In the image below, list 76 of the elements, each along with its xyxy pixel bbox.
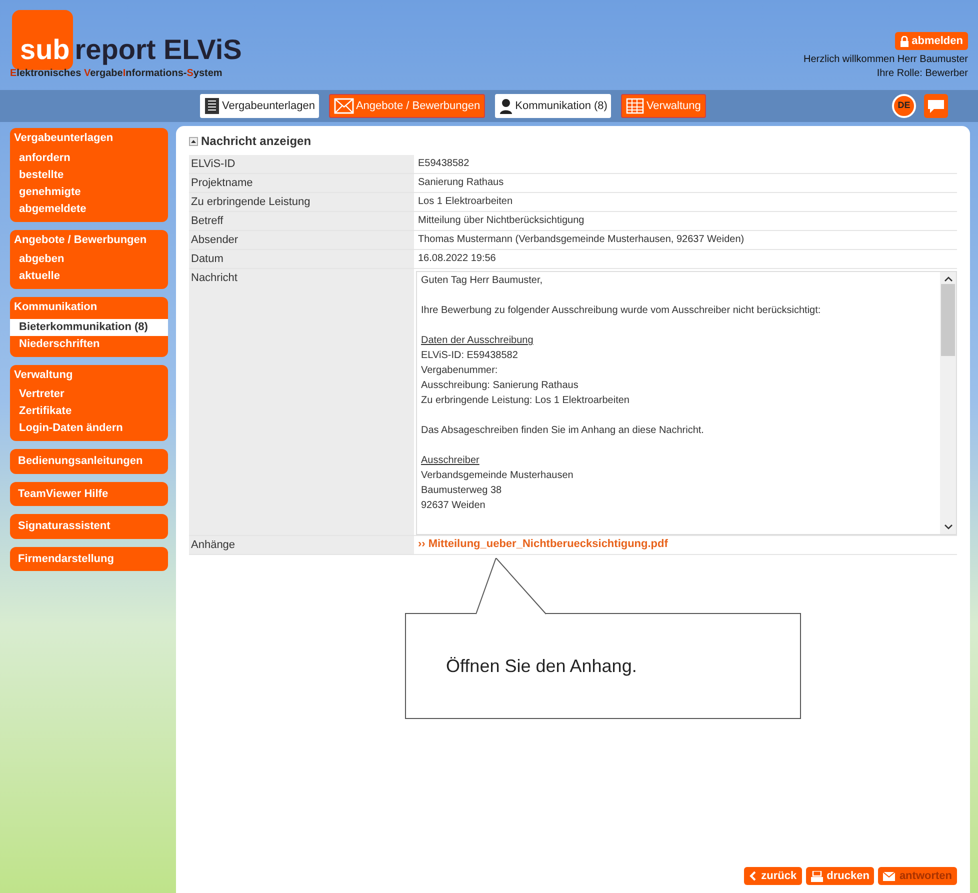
message-line: Zu erbringende Leistung: Los 1 Elektroarbeiten: [421, 394, 630, 408]
sidebar-item[interactable]: bestellte: [10, 166, 168, 184]
message-line: Vergabenummer:: [421, 364, 499, 378]
printer-icon: [810, 870, 823, 882]
sidebar-item[interactable]: Zertifikate: [10, 403, 168, 420]
field-value: Sanierung Rathaus: [417, 176, 505, 190]
role-text: Ihre Rolle: Bewerber: [876, 67, 968, 81]
message-line: ELViS-ID: E59438582: [421, 349, 519, 363]
sidebar-item[interactable]: anfordern: [10, 150, 168, 166]
envelope-icon: [883, 872, 896, 880]
sidebar-heading[interactable]: Firmendarstellung: [10, 550, 168, 567]
message-line: Verbandsgemeinde Musterhausen: [421, 469, 574, 483]
sidebar-heading[interactable]: Angebote / Bewerbungen: [10, 230, 168, 251]
sidebar-heading[interactable]: Kommunikation: [10, 297, 168, 318]
person-icon: [499, 98, 514, 114]
logo-square: [12, 10, 73, 70]
welcome-text: Herzlich willkommen Herr Baumuster: [804, 53, 968, 67]
field-value: Mitteilung über Nichtberücksichtigung: [417, 214, 586, 228]
message-heading: Daten der Ausschreibung: [421, 334, 534, 348]
sidebar-heading[interactable]: Bedienungsanleitungen: [10, 453, 168, 470]
message-line: Ausschreibung: Sanierung Rathaus: [421, 379, 580, 393]
section-title: Nachricht anzeigen: [201, 133, 312, 150]
sidebar-item[interactable]: abgeben: [10, 251, 168, 268]
field-label: Nachricht: [189, 269, 414, 535]
document-icon: [204, 97, 220, 115]
link-marker: ››: [418, 537, 426, 552]
sidebar-item[interactable]: Login-Daten ändern: [10, 420, 168, 437]
field-value: E59438582: [417, 157, 470, 171]
sidebar-item[interactable]: aktuelle: [10, 268, 168, 285]
sidebar-item[interactable]: genehmigte: [10, 184, 168, 200]
logout-button[interactable]: abmelden: [894, 32, 968, 50]
message-line: Baumusterweg 38: [421, 484, 503, 498]
field-label: Zu erbringende Leistung: [189, 193, 414, 211]
sidebar-item[interactable]: Bieterkommunikation (8): [10, 318, 168, 336]
message-line: Ihre Bewerbung zu folgender Ausschreibung wurde vom Ausschreiber nicht berücksichtigt:: [421, 304, 822, 318]
field-label: Absender: [189, 231, 414, 249]
scroll-up-icon[interactable]: [944, 276, 952, 282]
sidebar-heading[interactable]: Verwaltung: [10, 364, 168, 386]
sidebar-item[interactable]: abgemeldete: [10, 200, 168, 218]
nav-tab[interactable]: Vergabeunterlagen: [200, 94, 319, 118]
message-line: Guten Tag Herr Baumuster,: [421, 274, 544, 288]
field-value: Thomas Mustermann (Verbandsgemeinde Musterhausen, 92637 Weiden): [417, 233, 746, 247]
nav-tab[interactable]: Kommunikation (8): [495, 94, 612, 118]
nav-tab[interactable]: Angebote / Bewerbungen: [328, 94, 486, 118]
scrollbar-thumb[interactable]: [941, 284, 955, 356]
action-button[interactable]: drucken: [806, 867, 874, 885]
field-label: Anhänge: [189, 536, 414, 554]
sidebar-item[interactable]: Niederschriften: [10, 336, 168, 352]
field-label: Projektname: [189, 174, 414, 192]
sidebar-heading[interactable]: Signaturassistent: [10, 518, 168, 534]
sidebar-heading[interactable]: TeamViewer Hilfe: [10, 486, 168, 502]
scroll-down-icon[interactable]: [944, 524, 952, 530]
logo-tagline: Elektronisches VergabeInformations-System: [10, 67, 224, 81]
table-icon: [626, 98, 644, 114]
collapse-icon[interactable]: [189, 136, 198, 146]
message-line: Das Absageschreiben finden Sie im Anhang an diese Nachricht.: [421, 424, 705, 438]
scrollbar[interactable]: [940, 272, 956, 534]
nav-tab[interactable]: Verwaltung: [621, 94, 706, 118]
message-line: 92637 Weiden: [421, 499, 486, 513]
lock-icon: [900, 36, 909, 46]
language-button[interactable]: DE: [892, 94, 916, 118]
logo-text: sub report ELViS: [20, 34, 242, 65]
sidebar-item[interactable]: Vertreter: [10, 386, 168, 403]
attachment-link[interactable]: Mitteilung_ueber_Nichtberuecksichtigung.pdf: [428, 536, 668, 554]
field-label: Betreff: [189, 212, 414, 230]
message-heading: Ausschreiber: [421, 454, 480, 468]
field-label: ELViS-ID: [189, 155, 414, 173]
chat-icon[interactable]: [924, 94, 948, 118]
action-button[interactable]: zurück: [744, 867, 802, 885]
envelope-icon: [334, 98, 354, 114]
callout-text: Öffnen Sie den Anhang.: [446, 654, 637, 678]
field-value: 16.08.2022 19:56: [417, 252, 497, 266]
chevron-left-icon: [749, 871, 758, 881]
field-value: Los 1 Elektroarbeiten: [417, 195, 514, 209]
field-label: Datum: [189, 250, 414, 268]
sidebar-heading[interactable]: Vergabeunterlagen: [10, 128, 168, 150]
